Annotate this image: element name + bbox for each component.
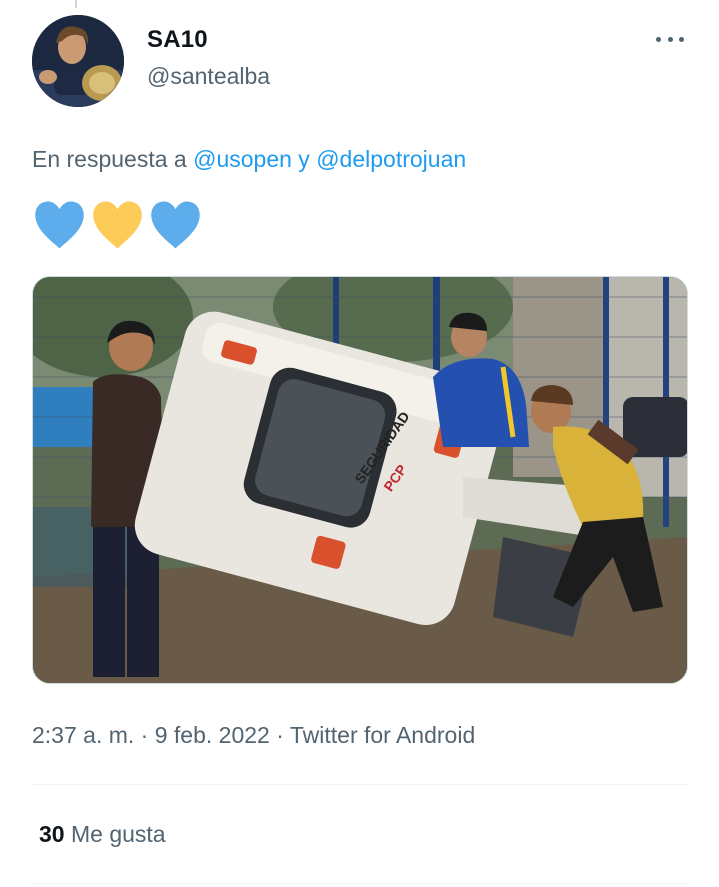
mention-delpotrojuan[interactable]: @delpotrojuan [316,146,466,172]
yellow-heart-icon [93,201,142,249]
tweet-text-emojis [32,200,203,252]
more-options-icon[interactable] [654,29,686,49]
divider [32,784,688,785]
avatar[interactable] [32,15,124,107]
tweet-source[interactable]: Twitter for Android [290,722,475,748]
tweet-photo[interactable]: SEGURIDAD PCP [32,276,688,684]
divider [32,883,688,884]
tweet-header: SA10 @santealba [32,15,688,109]
tweet-meta: 2:37 a. m. · 9 feb. 2022 · Twitter for A… [32,719,475,751]
blue-heart-icon [35,201,84,249]
more-dot [667,36,673,42]
reply-prefix: En respuesta a [32,146,194,172]
more-dot [679,36,684,42]
thread-connector-line [75,0,77,8]
avatar-image [32,15,124,107]
likes-label: Me gusta [70,821,166,847]
likes-count: 30 [39,821,65,847]
author-handle[interactable]: @santealba [147,61,270,91]
mention-joiner: y [291,146,317,172]
tweet-time[interactable]: 2:37 a. m. [32,722,134,748]
reply-context: En respuesta a @usopen y @delpotrojuan [32,144,466,174]
tweet-date[interactable]: 9 feb. 2022 [155,722,270,748]
more-dot [656,36,661,42]
meta-separator: · [134,722,155,748]
photo-scene: SEGURIDAD PCP [33,277,687,683]
meta-separator: · [269,722,290,748]
likes-stat[interactable]: 30 Me gusta [39,818,166,850]
mention-usopen[interactable]: @usopen [193,146,292,172]
author-display-name[interactable]: SA10 [147,25,270,55]
blue-heart-icon [151,201,200,249]
author-names: SA10 @santealba [147,25,270,91]
